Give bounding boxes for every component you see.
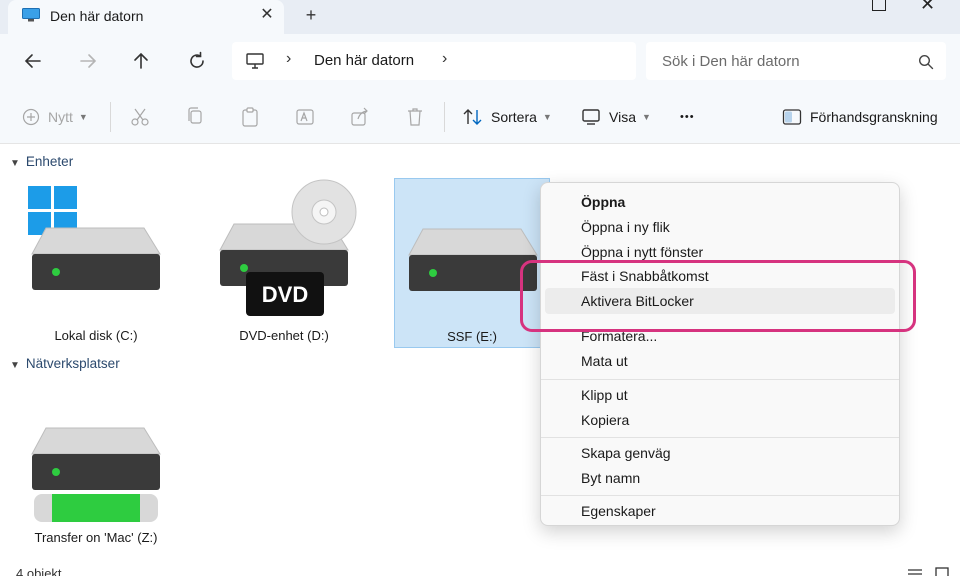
add-tab-icon[interactable]: + — [300, 4, 322, 26]
annotation-highlight-ring — [520, 260, 916, 332]
rename-icon[interactable] — [295, 106, 315, 128]
menu-separator — [541, 495, 899, 496]
section-devices-label: Enheter — [25, 154, 74, 169]
copy-icon[interactable] — [185, 106, 205, 128]
view-toggle-icons[interactable] — [906, 566, 950, 576]
breadcrumb-item-den-har-datorn[interactable]: Den här datorn — [314, 52, 414, 69]
view-monitor-icon — [582, 109, 600, 125]
refresh-icon[interactable] — [184, 48, 210, 74]
paste-icon[interactable] — [240, 106, 260, 128]
windows-drive-icon — [28, 186, 161, 290]
sort-button[interactable]: Sortera ▼ — [462, 106, 552, 128]
sort-icon — [463, 109, 482, 125]
new-button[interactable]: Nytt ▼ — [22, 106, 88, 128]
menu-item-open[interactable]: Öppna — [545, 189, 895, 215]
network-drive-icon — [31, 427, 161, 522]
menu-separator — [541, 437, 899, 438]
menu-separator — [541, 379, 899, 380]
drive-label-c: Lokal disk (C:) — [54, 328, 138, 343]
cut-icon[interactable] — [130, 106, 150, 128]
menu-item-properties[interactable]: Egenskaper — [545, 498, 895, 524]
breadcrumb-chevron-icon[interactable]: › — [286, 50, 291, 68]
dvd-badge: DVD — [261, 282, 309, 307]
section-network-label: Nätverksplatser — [25, 356, 120, 371]
close-window-icon[interactable]: ✕ — [920, 0, 935, 15]
menu-item-cut[interactable]: Klipp ut — [545, 382, 895, 408]
maximize-icon[interactable] — [872, 0, 886, 11]
share-icon[interactable] — [350, 106, 370, 128]
computer-icon — [246, 53, 264, 69]
breadcrumb[interactable]: › Den här datorn › — [232, 42, 636, 80]
tab-title: Den här datorn — [50, 8, 144, 24]
context-menu: Öppna Öppna i ny flik Öppna i nytt fönst… — [540, 182, 900, 526]
back-arrow-icon[interactable] — [20, 48, 46, 74]
menu-item-rename[interactable]: Byt namn — [545, 465, 895, 491]
tab-den-har-datorn[interactable]: Den här datorn ✕ — [8, 0, 284, 34]
section-network[interactable]: ▼ Nätverksplatser — [10, 356, 120, 371]
close-tab-icon[interactable]: ✕ — [256, 4, 278, 26]
menu-item-create-shortcut[interactable]: Skapa genväg — [545, 440, 895, 466]
preview-pane-label: Förhandsgranskning — [810, 109, 938, 125]
menu-item-open-new-tab[interactable]: Öppna i ny flik — [545, 214, 895, 240]
chevron-down-icon: ▼ — [78, 112, 88, 122]
up-arrow-icon[interactable] — [128, 48, 154, 74]
menu-item-eject[interactable]: Mata ut — [545, 348, 895, 374]
plus-circle-icon — [22, 108, 40, 126]
drive-label-e: SSF (E:) — [447, 329, 497, 344]
breadcrumb-chevron-icon[interactable]: › — [442, 50, 447, 68]
preview-pane-button[interactable]: Förhandsgranskning — [782, 106, 938, 128]
search-icon[interactable] — [918, 54, 934, 70]
more-options-icon[interactable]: ••• — [680, 106, 695, 128]
chevron-down-icon: ▼ — [10, 360, 20, 371]
chevron-down-icon: ▼ — [10, 158, 20, 169]
new-button-label: Nytt — [48, 109, 73, 125]
monitor-icon — [22, 8, 40, 22]
status-item-count: 4 objekt — [16, 566, 62, 576]
drive-item-d[interactable]: DVD DVD-enhet (D:) — [206, 178, 362, 348]
section-devices[interactable]: ▼ Enheter — [10, 154, 73, 169]
delete-icon[interactable] — [405, 106, 425, 128]
chevron-down-icon: ▼ — [641, 112, 651, 122]
address-bar: › Den här datorn › Sök i Den här datorn — [0, 34, 960, 90]
view-button-label: Visa — [609, 109, 636, 125]
drive-label-d: DVD-enhet (D:) — [239, 328, 329, 343]
view-button[interactable]: Visa ▼ — [581, 106, 651, 128]
drive-item-z[interactable]: Transfer on 'Mac' (Z:) — [18, 378, 174, 548]
menu-item-copy[interactable]: Kopiera — [545, 407, 895, 433]
divider — [110, 102, 111, 132]
title-bar: Den här datorn ✕ + ✕ — [0, 0, 960, 34]
sort-button-label: Sortera — [491, 109, 537, 125]
command-bar: Nytt ▼ Sortera ▼ Visa ▼ ••• Förhandsgran… — [0, 90, 960, 144]
forward-arrow-icon[interactable] — [75, 48, 101, 74]
chevron-down-icon: ▼ — [542, 112, 552, 122]
drive-label-z: Transfer on 'Mac' (Z:) — [34, 530, 158, 545]
drive-item-c[interactable]: Lokal disk (C:) — [18, 178, 174, 348]
divider — [444, 102, 445, 132]
search-placeholder: Sök i Den här datorn — [662, 53, 800, 70]
preview-pane-icon — [782, 109, 802, 125]
search-input[interactable]: Sök i Den här datorn — [646, 42, 946, 80]
